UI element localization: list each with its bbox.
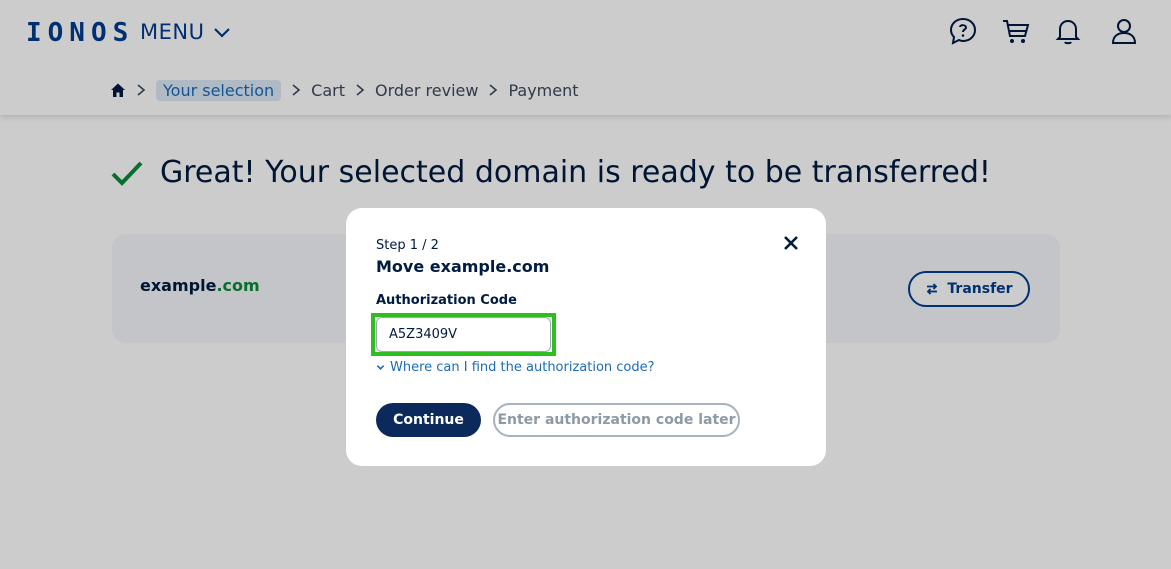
continue-button[interactable]: Continue xyxy=(376,403,481,437)
move-domain-dialog: Step 1 / 2 Move example.com Authorizatio… xyxy=(346,208,826,466)
chevron-down-icon xyxy=(376,365,385,370)
auth-code-input[interactable] xyxy=(376,317,551,352)
auth-code-label: Authorization Code xyxy=(376,293,517,308)
enter-code-later-button[interactable]: Enter authorization code later xyxy=(493,403,740,437)
dialog-title: Move example.com xyxy=(376,257,550,276)
step-indicator: Step 1 / 2 xyxy=(376,238,439,253)
close-button[interactable] xyxy=(780,232,802,254)
help-link-text: Where can I find the authorization code? xyxy=(390,360,655,375)
close-icon xyxy=(784,236,798,250)
auth-code-help-link[interactable]: Where can I find the authorization code? xyxy=(376,360,655,375)
